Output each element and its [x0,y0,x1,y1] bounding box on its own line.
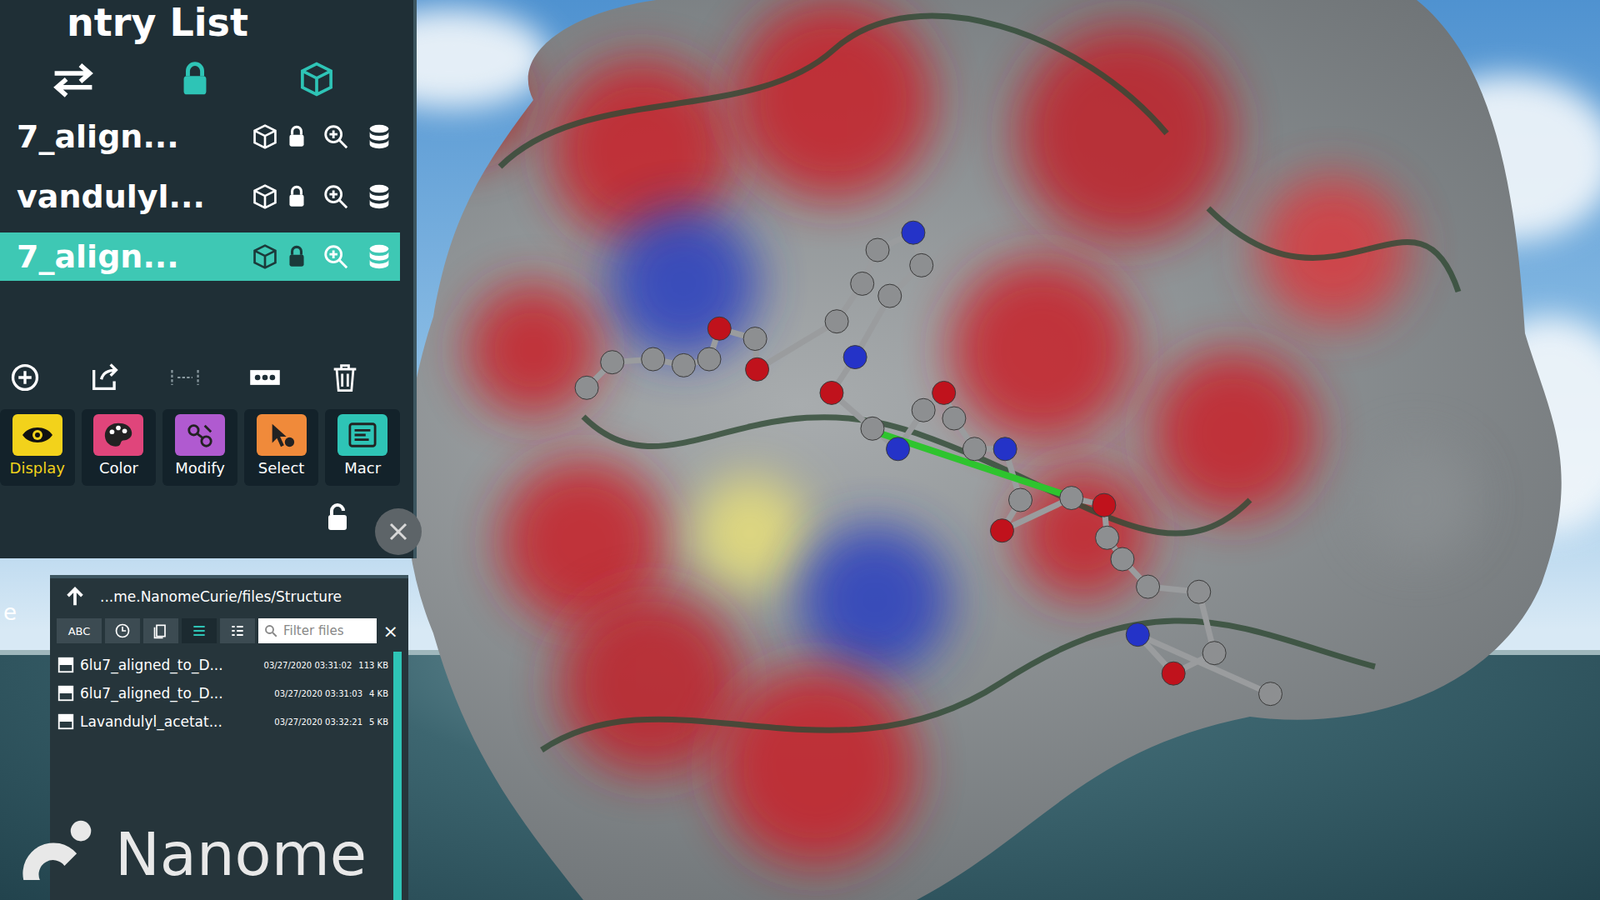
filter-field[interactable]: Filter files [258,618,377,644]
menu-label: Macr [344,459,381,477]
entry-list-panel: ntry List7_align...vandulyl...7_align...… [0,0,417,559]
close-button[interactable] [375,508,422,555]
file-meta: 03/27/2020 03:31:03 4 KB [274,689,389,699]
browser-path: ...me.NanomeCurie/files/Structure [100,588,342,605]
main-menu: Display Color Modify Select Macr [0,409,400,486]
close-icon [385,519,411,545]
sort-type-button[interactable] [143,618,179,644]
more-icon[interactable] [248,360,282,395]
lock-icon[interactable] [286,245,307,269]
file-name: 6lu7_aligned_to_D... [80,656,260,674]
zoom-icon[interactable] [321,242,350,271]
search-icon [263,623,279,639]
entry-name: 7_align... [16,118,244,155]
database-icon[interactable] [365,122,394,151]
menu-button[interactable]: Macr [325,409,400,486]
vr-scene: entry List7_align...vandulyl...7_align..… [0,0,1600,900]
up-arrow-icon[interactable] [63,585,87,609]
menu-button[interactable]: Select [244,409,320,486]
select-icon [265,420,299,450]
file-size: 4 KB [369,689,389,699]
eye-icon [20,420,55,450]
list-view-button[interactable] [181,618,217,644]
browser-header: ...me.NanomeCurie/files/Structure [50,578,409,615]
menu-tile [256,414,307,456]
menu-tile [337,414,388,456]
clock-icon [114,622,131,640]
panel-footer [0,485,400,533]
file-icon [56,684,75,703]
entry-tools [0,360,400,395]
menu-tile [93,414,144,456]
lock-icon[interactable] [286,185,307,209]
file-icon [56,655,75,675]
list-icon [190,622,208,640]
hydrogen-bond [875,431,1071,497]
lock-icon[interactable] [325,502,350,533]
nanome-logo-icon [16,812,100,885]
add-icon[interactable] [8,360,42,395]
lock-icon[interactable] [286,125,307,149]
file-date: 03/27/2020 03:31:02 [264,660,353,670]
entry-list: 7_align... vandulyl... 7_align... [0,112,400,281]
menu-button[interactable]: Modify [162,409,238,486]
zoom-icon[interactable] [321,122,350,151]
zoom-icon[interactable] [321,182,350,211]
sort-date-button[interactable] [105,618,140,644]
file-type-icon [152,622,170,640]
file-row[interactable]: 6lu7_aligned_to_D... 03/27/2020 03:31:02 1… [56,651,389,679]
trash-icon[interactable] [328,360,362,395]
entry-name: 7_align... [16,238,244,275]
menu-label: Display [10,459,65,477]
entry-row[interactable]: 7_align... [0,232,400,281]
file-name: Lavandulyl_acetat... [80,713,270,730]
file-size: 113 KB [358,660,389,670]
header-icons [0,45,400,105]
menu-tile [12,414,63,456]
file-meta: 03/27/2020 03:31:02 113 KB [264,660,389,670]
database-icon[interactable] [365,242,394,271]
lock-icon[interactable] [171,60,219,98]
file-size: 5 KB [369,717,389,727]
cube-icon[interactable] [293,60,340,98]
menu-tile [175,414,225,456]
menu-button[interactable]: Color [81,409,157,486]
file-row[interactable]: 6lu7_aligned_to_D... 03/27/2020 03:31:03 4… [56,680,389,707]
watermark-text: Nanome [115,824,367,885]
file-date: 03/27/2020 03:31:03 [274,689,363,699]
detail-view-button[interactable] [220,618,255,644]
entry-row[interactable]: vandulyl... [0,172,400,221]
sort-name-button[interactable]: ABC [56,618,102,644]
file-meta: 03/27/2020 03:32:21 5 KB [274,717,389,727]
panel-title: ntry List [0,0,400,46]
database-icon[interactable] [365,182,394,211]
side-label: e [3,600,17,625]
file-name: 6lu7_aligned_to_D... [80,685,270,702]
scrollbar[interactable] [393,651,402,900]
menu-button[interactable]: Display [0,409,75,486]
file-icon [56,712,75,731]
file-row[interactable]: Lavandulyl_acetat... 03/27/2020 03:32:21 5… [56,708,389,735]
file-date: 03/27/2020 03:32:21 [274,717,363,727]
modify-icon [183,420,217,450]
watermark: Nanome [16,812,367,885]
menu-label: Modify [175,459,225,477]
entry-row[interactable]: 7_align... [0,112,400,161]
filter-placeholder: Filter files [283,623,345,639]
swap-icon[interactable] [50,60,97,98]
browser-toolbar: ABC Filter files × [50,615,409,647]
export-icon[interactable] [88,360,122,395]
cube-icon[interactable] [251,123,279,150]
entry-name: vandulyl... [16,178,244,215]
clear-filter-button[interactable]: × [380,620,402,642]
ligand[interactable] [575,220,1282,705]
cube-icon[interactable] [251,183,279,210]
palette-icon [101,420,135,450]
macro-icon [345,420,380,450]
menu-label: Select [258,459,305,477]
cube-icon[interactable] [251,243,279,270]
details-icon [229,622,246,640]
menu-label: Color [99,459,139,477]
split-icon[interactable] [168,360,202,395]
